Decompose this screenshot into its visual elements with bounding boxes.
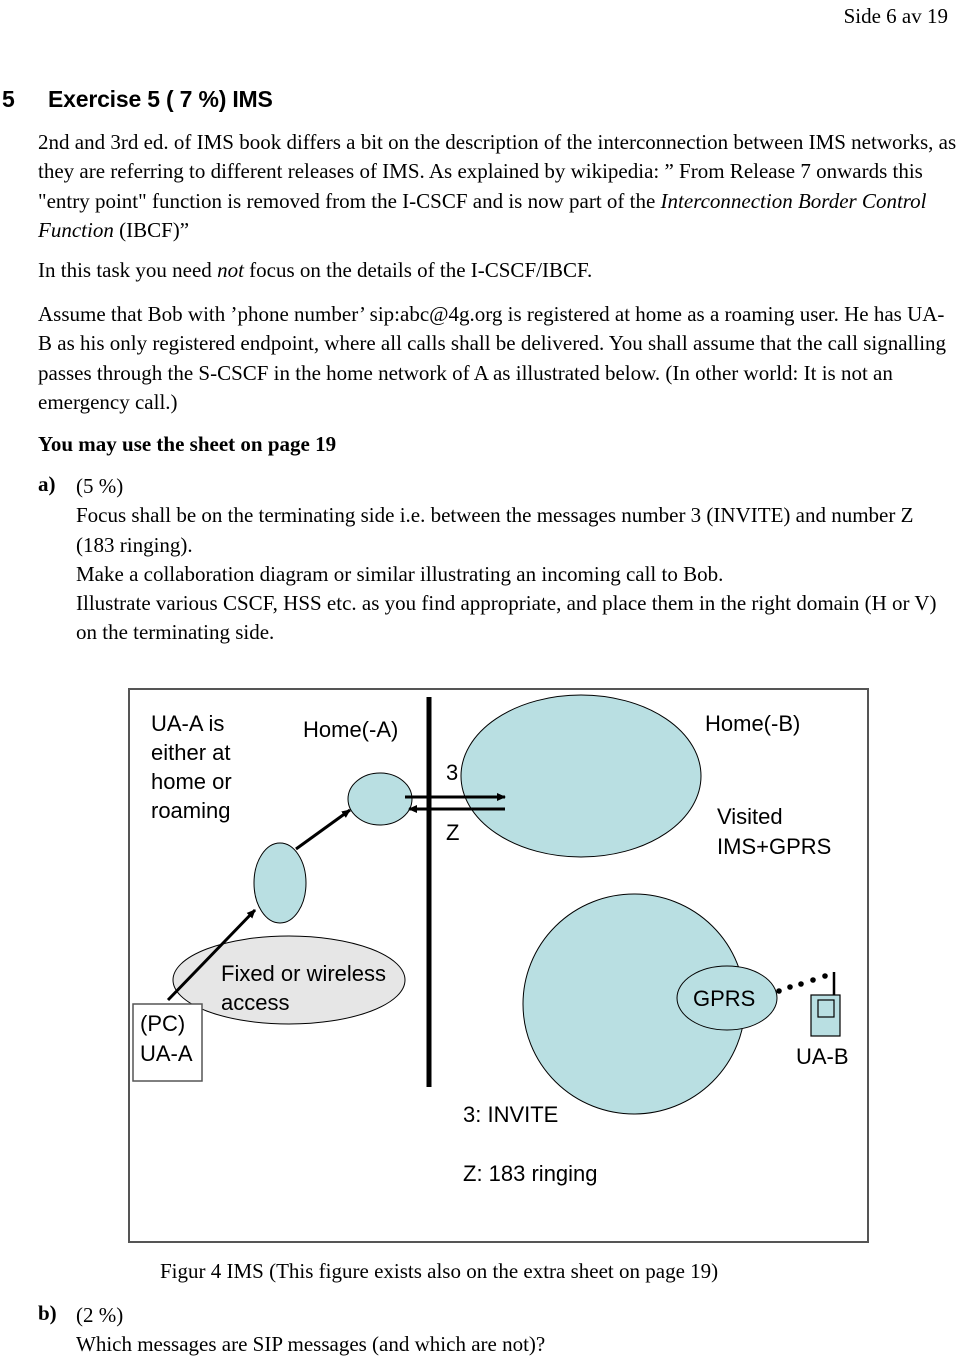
question-b-weight: (2 %) [76, 1303, 124, 1327]
arrow-node-to-home-a [295, 808, 351, 851]
message-3-label: 3 [446, 760, 458, 785]
visited-label-line: Visited [717, 804, 783, 829]
ua-a-note-line: UA-A is [151, 711, 224, 736]
legend-ringing: Z: 183 ringing [463, 1161, 598, 1186]
legend-invite: 3: INVITE [463, 1102, 558, 1127]
visited-label-line: IMS+GPRS [717, 834, 831, 859]
radio-link-dots [776, 973, 828, 994]
question-b-text: Which messages are SIP messages (and whi… [76, 1332, 546, 1357]
access-label-line: access [221, 990, 289, 1015]
home-a-cscf-node [347, 772, 413, 826]
home-a-label: Home(-A) [303, 717, 398, 742]
message-z-label: Z [446, 820, 459, 845]
pc-label-line: UA-A [140, 1041, 193, 1066]
question-b-label: b) [38, 1301, 57, 1325]
access-label-line: Fixed or wireless [221, 961, 386, 986]
mobile-phone-icon [810, 972, 841, 1037]
gprs-label: GPRS [693, 986, 755, 1011]
home-b-label: Home(-B) [705, 711, 800, 736]
ua-a-note-line: either at [151, 740, 231, 765]
ua-a-note-line: roaming [151, 798, 230, 823]
question-b-body: (2 %) Which messages are SIP messages (a… [76, 1301, 956, 1360]
pc-label-line: (PC) [140, 1011, 185, 1036]
ims-diagram: UA-A is either at home or roaming Home(-… [128, 688, 869, 1243]
ua-b-label: UA-B [796, 1044, 849, 1069]
ua-a-note-line: home or [151, 769, 232, 794]
intermediate-node [253, 842, 307, 924]
figure-caption: Figur 4 IMS (This figure exists also on … [160, 1259, 719, 1283]
home-b-network-node [460, 694, 702, 858]
